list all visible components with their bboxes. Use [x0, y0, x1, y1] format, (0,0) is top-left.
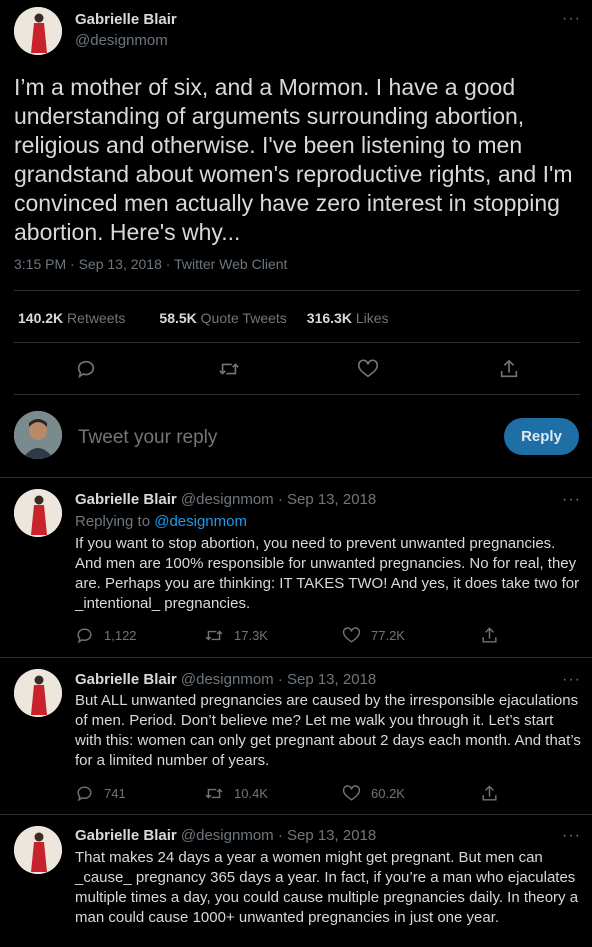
- reply-avatar[interactable]: [14, 489, 62, 537]
- retweet-action[interactable]: [217, 358, 241, 380]
- retweets-stat[interactable]: 140.2K Retweets: [18, 310, 125, 326]
- retweet-count: 17.3K: [234, 628, 268, 643]
- likes-stat[interactable]: 316.3K Likes: [307, 310, 389, 326]
- quote-tweets-stat[interactable]: 58.5K Quote Tweets: [159, 310, 286, 326]
- replying-to-label: Replying to: [75, 513, 151, 530]
- divider: [14, 290, 580, 291]
- share-action[interactable]: [480, 626, 499, 645]
- reply-author-name[interactable]: Gabrielle Blair: [75, 827, 177, 844]
- reply-icon: [77, 628, 92, 644]
- more-options-icon[interactable]: ···: [562, 671, 581, 689]
- share-icon: [482, 627, 497, 643]
- reply-button[interactable]: Reply: [504, 418, 579, 455]
- reply-icon: [77, 360, 95, 379]
- stats-row: 140.2K Retweets 58.5K Quote Tweets 316.3…: [18, 310, 389, 326]
- like-action[interactable]: 60.2K: [342, 784, 405, 803]
- reply-count: 1,122: [104, 628, 137, 643]
- retweets-label: Retweets: [67, 310, 126, 326]
- like-action[interactable]: [357, 358, 379, 380]
- retweet-icon: [219, 363, 239, 375]
- more-options-icon[interactable]: ···: [562, 10, 581, 28]
- likes-label: Likes: [355, 310, 389, 326]
- retweet-action[interactable]: 17.3K: [204, 626, 268, 645]
- reply-handle-date[interactable]: @designmom · Sep 13, 2018: [181, 491, 376, 508]
- reply-action[interactable]: 741: [75, 784, 126, 803]
- reply-header: Gabrielle Blair @designmom · Sep 13, 201…: [75, 827, 376, 844]
- heart-icon: [342, 785, 361, 801]
- like-action[interactable]: 77.2K: [342, 626, 405, 645]
- author-avatar[interactable]: [14, 7, 62, 55]
- like-count: 77.2K: [371, 628, 405, 643]
- reply-text: That makes 24 days a year a women might …: [75, 849, 579, 926]
- reply-avatar[interactable]: [14, 826, 62, 874]
- divider: [0, 814, 592, 815]
- retweet-icon: [205, 630, 223, 641]
- reply-text: But ALL unwanted pregnancies are caused …: [75, 692, 581, 769]
- share-icon: [500, 359, 518, 378]
- share-icon: [482, 785, 497, 801]
- author-name[interactable]: Gabrielle Blair: [75, 11, 177, 28]
- reply-icon: [77, 786, 92, 802]
- share-action[interactable]: [498, 358, 520, 380]
- more-options-icon[interactable]: ···: [562, 827, 581, 845]
- reply-header: Gabrielle Blair @designmom · Sep 13, 201…: [75, 491, 376, 508]
- heart-icon: [342, 627, 361, 643]
- author-handle[interactable]: @designmom: [75, 32, 168, 49]
- divider: [0, 477, 592, 478]
- divider: [0, 657, 592, 658]
- reply-count: 741: [104, 786, 126, 801]
- divider: [14, 342, 580, 343]
- reply-header: Gabrielle Blair @designmom · Sep 13, 201…: [75, 671, 376, 688]
- retweets-count: 140.2K: [18, 310, 64, 326]
- likes-count: 316.3K: [306, 310, 352, 326]
- reply-text: If you want to stop abortion, you need t…: [75, 535, 580, 612]
- reply-input[interactable]: [76, 424, 480, 452]
- quote-tweets-label: Quote Tweets: [200, 310, 287, 326]
- reply-handle-date[interactable]: @designmom · Sep 13, 2018: [181, 827, 376, 844]
- more-options-icon[interactable]: ···: [562, 491, 581, 509]
- replying-to: Replying to @designmom: [75, 513, 247, 530]
- heart-icon: [358, 359, 378, 378]
- retweet-count: 10.4K: [234, 786, 268, 801]
- replying-to-handle[interactable]: @designmom: [154, 513, 247, 530]
- tweet-meta[interactable]: 3:15 PM · Sep 13, 2018 · Twitter Web Cli…: [14, 256, 287, 272]
- reply-author-name[interactable]: Gabrielle Blair: [75, 491, 177, 508]
- tweet-text: I’m a mother of six, and a Mormon. I hav…: [14, 74, 573, 245]
- share-action[interactable]: [480, 784, 499, 803]
- divider: [14, 394, 580, 395]
- reply-avatar[interactable]: [14, 669, 62, 717]
- quote-tweets-count: 58.5K: [159, 310, 197, 326]
- reply-action[interactable]: 1,122: [75, 626, 137, 645]
- like-count: 60.2K: [371, 786, 405, 801]
- retweet-action[interactable]: 10.4K: [204, 784, 268, 803]
- retweet-icon: [205, 788, 223, 799]
- reply-handle-date[interactable]: @designmom · Sep 13, 2018: [181, 671, 376, 688]
- reply-author-name[interactable]: Gabrielle Blair: [75, 671, 177, 688]
- reply-action[interactable]: [75, 358, 97, 380]
- user-avatar[interactable]: [14, 411, 62, 459]
